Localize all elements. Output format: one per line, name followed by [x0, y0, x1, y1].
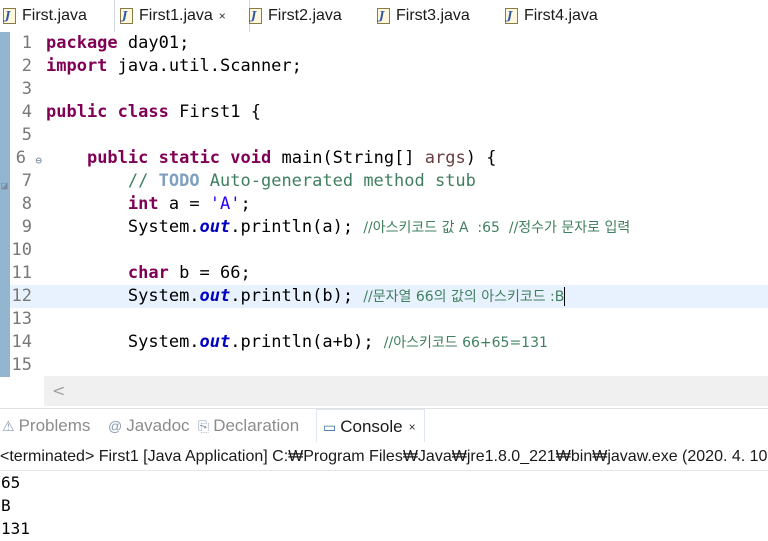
line-number: 14	[11, 332, 32, 352]
java-file-icon: J	[119, 7, 135, 25]
line-number: 9	[21, 217, 32, 237]
java-file-icon: J	[248, 7, 264, 25]
javadoc-icon: @	[108, 418, 123, 434]
code-line[interactable]: 4 public class First1 {	[0, 101, 768, 124]
tab-label: Console	[340, 417, 403, 436]
code-line[interactable]: 14 System.out.println(a+b); //아스키코드 66+6…	[0, 331, 768, 354]
line-number: 5	[21, 125, 32, 145]
horizontal-scrollbar[interactable]: <	[44, 376, 768, 406]
tab-label: First4.java	[524, 7, 598, 24]
tab-javadoc[interactable]: @ Javadoc	[108, 409, 190, 443]
console-view[interactable]: <terminated> First1 [Java Application] C…	[0, 442, 768, 541]
fold-collapse-icon[interactable]: ⊖	[35, 149, 42, 172]
close-icon[interactable]: ×	[219, 9, 226, 23]
line-number: 11	[11, 263, 32, 283]
code-line[interactable]: 2 import java.util.Scanner;	[0, 55, 768, 78]
line-number: 13	[11, 309, 32, 329]
tab-label: First2.java	[268, 7, 342, 24]
tab-first1-java[interactable]: J First1.java ×	[114, 0, 250, 32]
declaration-icon: ⎘	[198, 417, 210, 434]
code-line[interactable]: 6 ⊖ public static void main(String[] args…	[0, 147, 768, 170]
line-number: 15	[11, 355, 32, 375]
tab-label: Declaration	[213, 416, 300, 435]
code-line[interactable]: ◪ 7 // TODO Auto-generated method stub	[0, 170, 768, 193]
text-caret	[564, 286, 566, 306]
scroll-left-icon[interactable]: <	[52, 381, 65, 400]
tab-label: First.java	[22, 7, 87, 24]
code-line[interactable]: 5	[0, 124, 768, 147]
tab-label: First3.java	[396, 7, 470, 24]
code-line[interactable]: 9 System.out.println(a); //아스키코드 값 A :65…	[0, 216, 768, 239]
close-icon[interactable]: ×	[409, 420, 416, 434]
line-number: 1	[21, 33, 32, 53]
code-lines: 1 package day01; 2 import java.util.Scan…	[0, 32, 768, 377]
code-editor[interactable]: 1 package day01; 2 import java.util.Scan…	[0, 32, 768, 408]
console-output-line: 131	[1, 519, 30, 538]
console-output-line: B	[1, 496, 11, 515]
line-number: 2	[21, 56, 32, 76]
tab-label: Problems	[18, 416, 91, 435]
tab-first4-java[interactable]: J First4.java	[504, 0, 598, 32]
line-number: 6	[15, 148, 26, 168]
java-file-icon: J	[504, 7, 520, 25]
tab-first3-java[interactable]: J First3.java	[376, 0, 470, 32]
tab-first-java[interactable]: J First.java	[2, 0, 87, 32]
code-line[interactable]: 3	[0, 78, 768, 101]
console-output-line: 65	[1, 473, 21, 492]
editor-tab-bar: J First.java J First1.java × J First2.ja…	[0, 0, 768, 32]
code-line[interactable]: 11 char b = 66;	[0, 262, 768, 285]
console-icon: ▭	[323, 418, 337, 435]
line-number: 12	[11, 286, 32, 306]
line-number: 10	[11, 240, 32, 260]
tab-problems[interactable]: ⚠ Problems	[2, 409, 90, 443]
line-number: 7	[21, 171, 32, 191]
problems-icon: ⚠	[2, 417, 15, 434]
tab-label: First1.java	[139, 7, 213, 24]
code-line[interactable]: 10	[0, 239, 768, 262]
java-file-icon: J	[2, 7, 18, 25]
tab-console[interactable]: ▭ Console ×	[316, 409, 425, 444]
code-line[interactable]: 13	[0, 308, 768, 331]
code-line[interactable]: 1 package day01;	[0, 32, 768, 55]
tab-declaration[interactable]: ⎘ Declaration	[198, 409, 299, 443]
tab-first2-java[interactable]: J First2.java	[248, 0, 342, 32]
java-file-icon: J	[376, 7, 392, 25]
code-line[interactable]: 15	[0, 354, 768, 377]
view-tab-bar: ⚠ Problems @ Javadoc ⎘ Declaration ▭ Con…	[0, 408, 768, 444]
line-number: 8	[21, 194, 32, 214]
tab-label: Javadoc	[126, 416, 190, 435]
code-line[interactable]: 8 int a = 'A';	[0, 193, 768, 216]
code-line-current[interactable]: 12 System.out.println(b); //문자열 66의 값의 아…	[0, 285, 768, 308]
console-header: <terminated> First1 [Java Application] C…	[0, 444, 768, 471]
line-number: 3	[21, 79, 32, 99]
line-number: 4	[21, 102, 32, 122]
